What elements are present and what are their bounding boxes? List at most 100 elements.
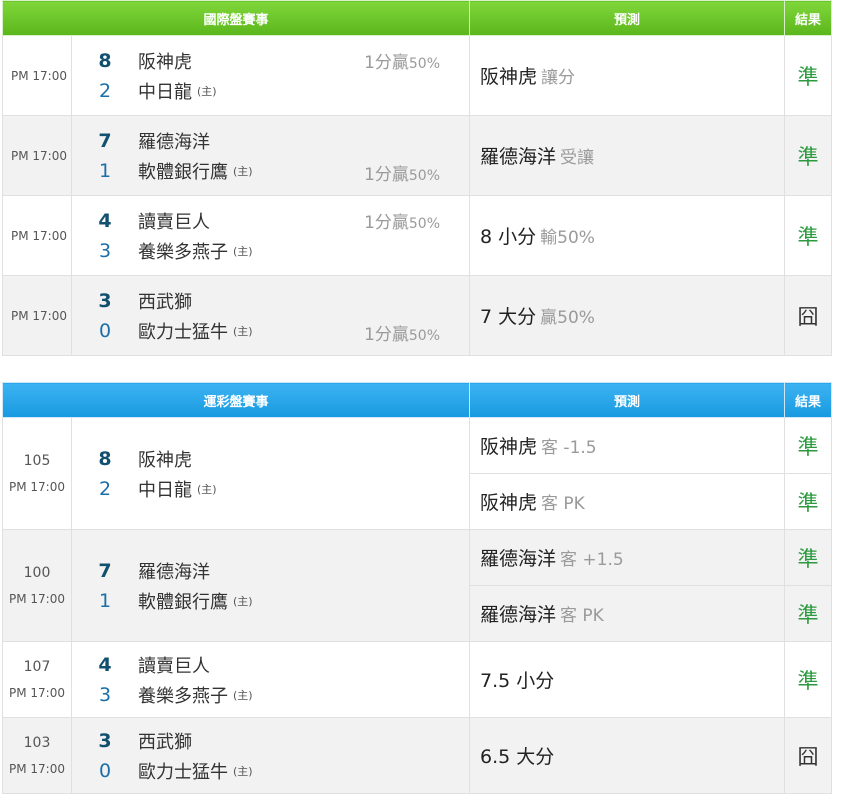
away-team-name[interactable]: 阪神虎 xyxy=(138,446,192,472)
handicap-text: 1分贏 xyxy=(364,213,409,233)
result-badge: 準 xyxy=(784,585,833,642)
home-score: 0 xyxy=(98,319,112,342)
home-team-name[interactable]: 歐力士猛牛 xyxy=(138,758,228,784)
lottery-table: 運彩盤賽事 預測 結果 105 PM 17:00 8 阪神虎 2 中日龍 (主) 阪神虎客 -… xyxy=(1,382,833,794)
handicap-text: 1分贏 xyxy=(364,325,409,345)
prediction-main: 阪神虎 xyxy=(480,436,538,458)
table-row: PM 17:00 8 阪神虎 2 中日龍 (主) 1分贏50% 阪神虎 讓分準 xyxy=(2,35,833,116)
home-team-name[interactable]: 中日龍 xyxy=(138,476,192,502)
result-badge: 準 xyxy=(784,473,833,530)
home-team-name[interactable]: 軟體銀行鷹 xyxy=(138,158,228,184)
away-team-name[interactable]: 羅德海洋 xyxy=(138,558,210,584)
result-badge: 準 xyxy=(784,195,833,276)
home-score: 3 xyxy=(98,683,112,706)
prediction-cell: 6.5 大分 xyxy=(469,717,786,794)
team-away: 3 西武獅 xyxy=(72,726,469,756)
home-team-name[interactable]: 軟體銀行鷹 xyxy=(138,588,228,614)
match-time: 100 PM 17:00 xyxy=(2,529,72,642)
prediction-cell: 羅德海洋 受讓 xyxy=(469,115,786,196)
match-time: 105 PM 17:00 xyxy=(2,417,72,530)
match-cell: 8 阪神虎 2 中日龍 (主) 1分贏50% xyxy=(70,35,471,116)
table-row: PM 17:00 7 羅德海洋 1 軟體銀行鷹 (主) 1分贏50% 羅德海洋 受讓準 xyxy=(2,115,833,196)
away-score: 3 xyxy=(98,289,112,312)
home-score: 3 xyxy=(98,239,112,262)
prediction-cell: 羅德海洋客 PK xyxy=(469,585,786,642)
prediction-main: 阪神虎 xyxy=(480,492,538,514)
home-tag: (主) xyxy=(233,594,253,608)
home-tag: (主) xyxy=(233,164,253,178)
match-time: 103 PM 17:00 xyxy=(2,717,72,794)
team-home: 0 歐力士猛牛 (主) xyxy=(72,756,469,786)
handicap-label: 1分贏50% xyxy=(364,208,440,233)
handicap-pct: 50% xyxy=(408,216,441,232)
match-cell: 7 羅德海洋 1 軟體銀行鷹 (主) xyxy=(70,529,471,642)
result-badge: 準 xyxy=(784,529,833,586)
home-score: 1 xyxy=(98,159,112,182)
away-team-name[interactable]: 讀賣巨人 xyxy=(138,652,210,678)
prediction-sub: 受讓 xyxy=(560,148,595,168)
prediction-main: 羅德海洋 xyxy=(480,604,557,626)
result-badge: 準 xyxy=(784,417,833,474)
home-score: 2 xyxy=(98,477,112,500)
prediction-cell: 阪神虎 讓分 xyxy=(469,35,786,116)
handicap-label: 1分贏50% xyxy=(364,48,440,73)
team-home: 2 中日龍 (主) xyxy=(72,474,469,504)
away-team-name[interactable]: 西武獅 xyxy=(138,728,192,754)
handicap-pct: 50% xyxy=(408,328,441,344)
result-badge: 囧 xyxy=(784,275,833,356)
away-team-name[interactable]: 羅德海洋 xyxy=(138,128,210,154)
result-badge: 準 xyxy=(784,35,833,116)
home-score: 2 xyxy=(98,79,112,102)
match-number: 105 xyxy=(23,452,51,469)
handicap-label: 1分贏50% xyxy=(364,320,440,345)
team-away: 7 羅德海洋 xyxy=(72,126,469,156)
match-time-text: PM 17:00 xyxy=(9,591,65,606)
prediction-cell: 阪神虎客 PK xyxy=(469,473,786,530)
intl-table: 國際盤賽事 預測 結果 PM 17:00 8 阪神虎 2 中日龍 (主) 1分贏50% 阪神虎… xyxy=(1,0,833,356)
home-score: 0 xyxy=(98,759,112,782)
away-team-name[interactable]: 讀賣巨人 xyxy=(138,208,210,234)
intl-header-prediction: 預測 xyxy=(469,0,786,36)
handicap-text: 1分贏 xyxy=(364,53,409,73)
home-team-name[interactable]: 養樂多燕子 xyxy=(138,682,228,708)
handicap-label: 1分贏50% xyxy=(364,160,440,185)
prediction-cell: 7 大分 贏50% xyxy=(469,275,786,356)
match-time: PM 17:00 xyxy=(2,195,72,276)
match-cell: 4 讀賣巨人 3 養樂多燕子 (主) 1分贏50% xyxy=(70,195,471,276)
away-score: 3 xyxy=(98,729,112,752)
intl-header-result: 結果 xyxy=(784,0,833,36)
prediction-cell: 7.5 小分 xyxy=(469,641,786,718)
home-team-name[interactable]: 養樂多燕子 xyxy=(138,238,228,264)
home-tag: (主) xyxy=(233,764,253,778)
table-row: 103 PM 17:00 3 西武獅 0 歐力士猛牛 (主) 6.5 大分 囧 xyxy=(2,717,833,794)
match-time: PM 17:00 xyxy=(2,35,72,116)
home-tag: (主) xyxy=(233,688,253,702)
home-tag: (主) xyxy=(233,324,253,338)
home-score: 1 xyxy=(98,589,112,612)
match-number: 103 xyxy=(23,734,51,751)
prediction-cell: 阪神虎客 -1.5 xyxy=(469,417,786,474)
result-badge: 準 xyxy=(784,115,833,196)
match-time-text: PM 17:00 xyxy=(9,479,65,494)
lottery-header-match: 運彩盤賽事 xyxy=(1,382,471,418)
team-home: 1 軟體銀行鷹 (主) xyxy=(72,586,469,616)
match-time-text: PM 17:00 xyxy=(9,685,65,700)
away-team-name[interactable]: 西武獅 xyxy=(138,288,192,314)
prediction-sub: 贏50% xyxy=(540,308,595,328)
home-team-name[interactable]: 中日龍 xyxy=(138,78,192,104)
home-team-name[interactable]: 歐力士猛牛 xyxy=(138,318,228,344)
away-score: 4 xyxy=(98,209,112,232)
prediction-sub: 客 PK xyxy=(541,494,585,514)
home-tag: (主) xyxy=(197,482,217,496)
prediction-sub: 輸50% xyxy=(540,228,595,248)
team-away: 3 西武獅 xyxy=(72,286,469,316)
team-away: 4 讀賣巨人 xyxy=(72,650,469,680)
table-row: PM 17:00 4 讀賣巨人 3 養樂多燕子 (主) 1分贏50% 8 小分 輸50% 準 xyxy=(2,195,833,276)
table-row: 105 PM 17:00 8 阪神虎 2 中日龍 (主) 阪神虎客 -1.5 準 xyxy=(2,417,833,530)
prediction-sub: 客 -1.5 xyxy=(541,438,597,458)
prediction-main: 阪神虎 xyxy=(480,66,538,88)
prediction-main: 6.5 大分 xyxy=(480,746,555,768)
table-row: PM 17:00 3 西武獅 0 歐力士猛牛 (主) 1分贏50% 7 大分 贏50% 囧 xyxy=(2,275,833,356)
prediction-sub: 讓分 xyxy=(541,68,576,88)
away-team-name[interactable]: 阪神虎 xyxy=(138,48,192,74)
